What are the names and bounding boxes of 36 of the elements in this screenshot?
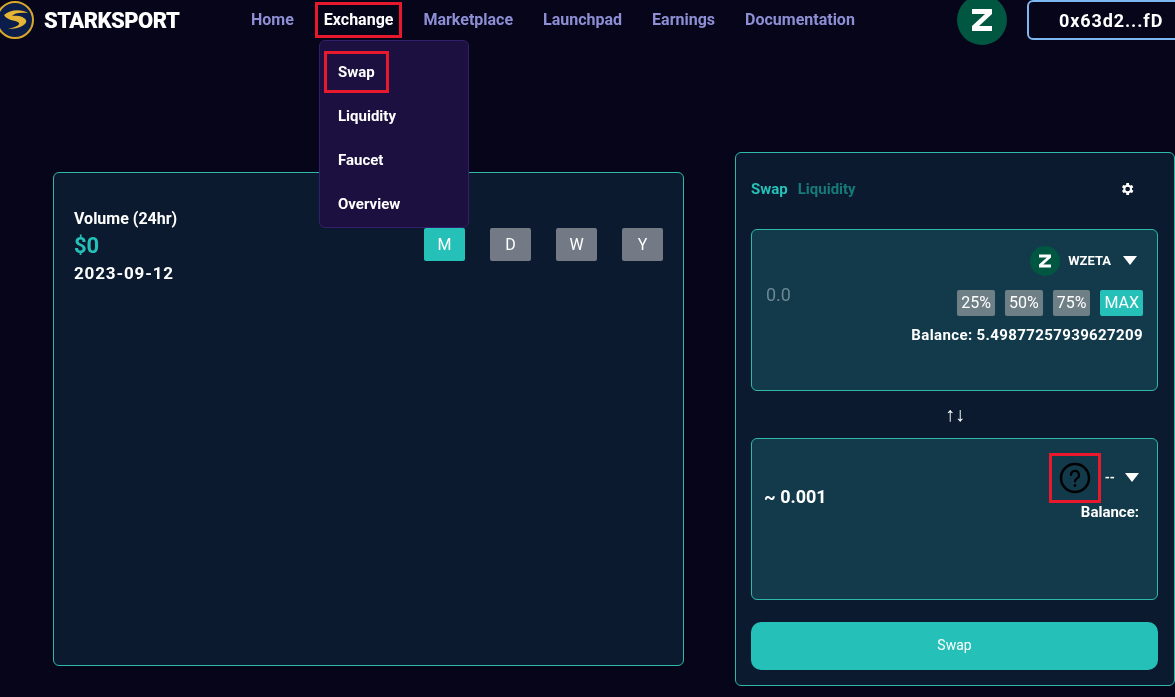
range-button[interactable]: D — [490, 228, 531, 261]
swap-direction-icon[interactable]: ↑↓ — [945, 401, 965, 427]
token-name[interactable]: WZETA — [1068, 250, 1111, 271]
menu-item[interactable]: Liquidity — [337, 98, 397, 134]
wallet-button[interactable]: 0x63d2...fD — [1027, 0, 1175, 40]
range-button[interactable]: Y — [622, 228, 663, 261]
token-name[interactable]: -- — [1104, 467, 1115, 488]
panel-tab[interactable]: Swap — [751, 178, 788, 201]
settings-icon[interactable] — [1119, 181, 1135, 198]
amount-input[interactable]: 0.0 — [766, 280, 886, 308]
panel-tab[interactable]: Liquidity — [797, 178, 856, 201]
amount-output: ~ 0.001 — [764, 484, 827, 509]
brand-name: STARKSPORT — [44, 6, 180, 35]
volume-date: 2023-09-12 — [74, 262, 175, 285]
percent-button[interactable]: 25% — [957, 289, 995, 316]
balance-text: Balance: 5.49877257939627209 — [911, 324, 1143, 346]
logo-icon — [0, 1, 34, 39]
nav-link[interactable]: Exchange — [323, 10, 394, 29]
network-icon — [957, 0, 1007, 45]
menu-item[interactable]: Swap — [337, 54, 376, 90]
percent-button[interactable]: 50% — [1005, 289, 1043, 316]
balance-text: Balance: — [1080, 501, 1139, 523]
caret-icon[interactable] — [1125, 473, 1139, 482]
caret-icon[interactable] — [1123, 256, 1137, 265]
nav-link[interactable]: Documentation — [745, 10, 855, 29]
nav-link[interactable]: Launchpad — [543, 10, 623, 29]
menu-item[interactable]: Overview — [337, 186, 402, 222]
volume-value: $0 — [74, 232, 101, 260]
nav-link[interactable]: Home — [251, 10, 294, 29]
volume-title: Volume (24hr) — [74, 208, 178, 230]
nav-link[interactable]: Marketplace — [423, 10, 514, 29]
menu-item[interactable]: Faucet — [337, 142, 385, 178]
percent-button[interactable]: 75% — [1052, 289, 1091, 316]
nav-link[interactable]: Earnings — [652, 10, 716, 29]
token-icon — [1030, 245, 1061, 276]
range-button[interactable]: W — [556, 228, 597, 261]
